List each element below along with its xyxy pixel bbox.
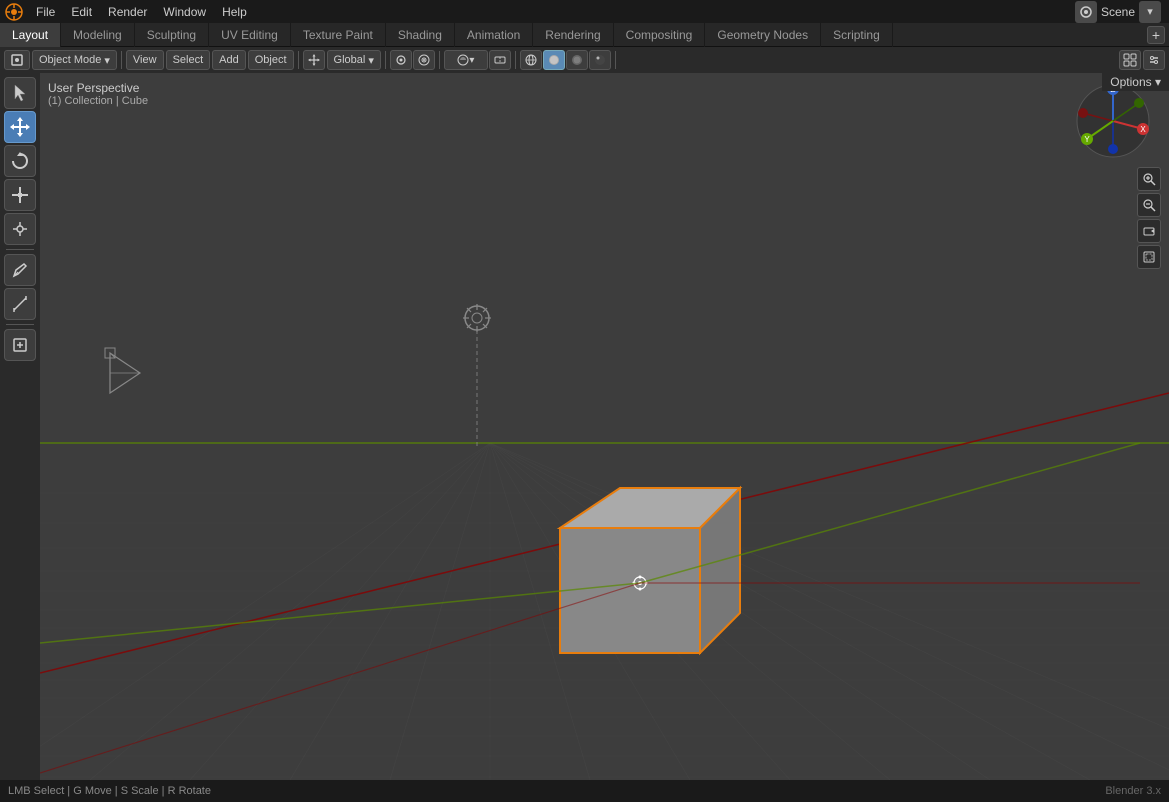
secondary-toolbar: Object Mode ▾ View Select Add Object Glo… — [0, 47, 1169, 73]
tab-modeling[interactable]: Modeling — [61, 23, 135, 47]
menu-window[interactable]: Window — [155, 0, 214, 23]
proportional-btn[interactable] — [413, 50, 435, 70]
tab-geometry-nodes[interactable]: Geometry Nodes — [705, 23, 821, 47]
sep-2 — [298, 51, 299, 69]
sep-6 — [615, 51, 616, 69]
sep-3 — [385, 51, 386, 69]
top-menu-bar: File Edit Render Window Help Scene ▾ — [0, 0, 1169, 23]
viewport-right-icons — [1133, 163, 1165, 273]
solid-btn[interactable] — [543, 50, 565, 70]
shading-group — [520, 50, 611, 70]
menu-render[interactable]: Render — [100, 0, 155, 23]
sep-1 — [121, 51, 122, 69]
sep-4 — [439, 51, 440, 69]
object-mode-dropdown[interactable]: Object Mode ▾ — [32, 50, 117, 70]
engine-icon[interactable] — [1075, 1, 1097, 23]
measure-tool-btn[interactable] — [4, 288, 36, 320]
rotate-tool-btn[interactable] — [4, 145, 36, 177]
menu-help[interactable]: Help — [214, 0, 255, 23]
tab-uv-editing[interactable]: UV Editing — [209, 23, 291, 47]
scene-name: Scene — [1101, 5, 1135, 19]
area-options-btn[interactable] — [1143, 50, 1165, 70]
zoom-out-btn[interactable] — [1137, 193, 1161, 217]
snap-group — [390, 50, 435, 70]
status-text: LMB Select | G Move | S Scale | R Rotate — [8, 785, 211, 797]
tab-texture-paint[interactable]: Texture Paint — [291, 23, 386, 47]
navigation-gizmo[interactable]: Z X Y — [1073, 81, 1153, 161]
viewport[interactable]: User Perspective (1) Collection | Cube O… — [40, 73, 1169, 780]
tab-animation[interactable]: Animation — [455, 23, 533, 47]
cursor-tool-btn[interactable] — [4, 77, 36, 109]
left-sep-1 — [6, 249, 34, 250]
cube-object[interactable] — [560, 488, 740, 653]
tab-rendering[interactable]: Rendering — [533, 23, 613, 47]
menu-edit[interactable]: Edit — [63, 0, 100, 23]
add-tool-btn[interactable] — [4, 329, 36, 361]
snap-btn[interactable] — [390, 50, 412, 70]
tab-layout[interactable]: Layout — [0, 23, 61, 47]
app-logo — [0, 0, 28, 23]
xray-btn[interactable] — [489, 50, 511, 70]
tab-shading[interactable]: Shading — [386, 23, 455, 47]
add-menu[interactable]: Add — [212, 50, 246, 70]
view-menu[interactable]: View — [126, 50, 164, 70]
tab-scripting[interactable]: Scripting — [821, 23, 893, 47]
wireframe-btn[interactable] — [520, 50, 542, 70]
mode-icon-btn[interactable] — [4, 50, 30, 70]
transform-dropdown[interactable]: Global ▾ — [327, 50, 381, 70]
overlay-group: ▾ — [444, 50, 511, 70]
rendered-btn[interactable] — [589, 50, 611, 70]
viewport-overlay-btn[interactable]: ▾ — [444, 50, 488, 70]
tab-compositing[interactable]: Compositing — [614, 23, 706, 47]
tab-sculpting[interactable]: Sculpting — [135, 23, 209, 47]
left-toolbar — [0, 73, 40, 780]
scene-svg — [40, 73, 1169, 780]
svg-text:Y: Y — [1084, 135, 1090, 144]
select-menu[interactable]: Select — [166, 50, 211, 70]
transform-tool-btn[interactable] — [4, 213, 36, 245]
svg-text:X: X — [1140, 125, 1146, 134]
material-btn[interactable] — [566, 50, 588, 70]
render-region-btn[interactable] — [1137, 245, 1161, 269]
status-bar: LMB Select | G Move | S Scale | R Rotate… — [0, 780, 1169, 802]
annotate-tool-btn[interactable] — [4, 254, 36, 286]
add-workspace-btn[interactable]: + — [1147, 26, 1165, 44]
left-sep-2 — [6, 324, 34, 325]
workspace-tabs: Layout Modeling Sculpting UV Editing Tex… — [0, 23, 1169, 47]
scale-tool-btn[interactable] — [4, 179, 36, 211]
camera-view-btn[interactable] — [1137, 219, 1161, 243]
transform-icon[interactable] — [303, 50, 325, 70]
version-text: Blender 3.x — [1105, 785, 1161, 797]
menu-file[interactable]: File — [28, 0, 63, 23]
move-tool-btn[interactable] — [4, 111, 36, 143]
object-menu[interactable]: Object — [248, 50, 294, 70]
sep-5 — [515, 51, 516, 69]
zoom-in-btn[interactable] — [1137, 167, 1161, 191]
editor-type-btn[interactable] — [1119, 50, 1141, 70]
options-button[interactable]: Options ▾ — [1102, 73, 1169, 91]
scene-dropdown-icon[interactable]: ▾ — [1139, 1, 1161, 23]
